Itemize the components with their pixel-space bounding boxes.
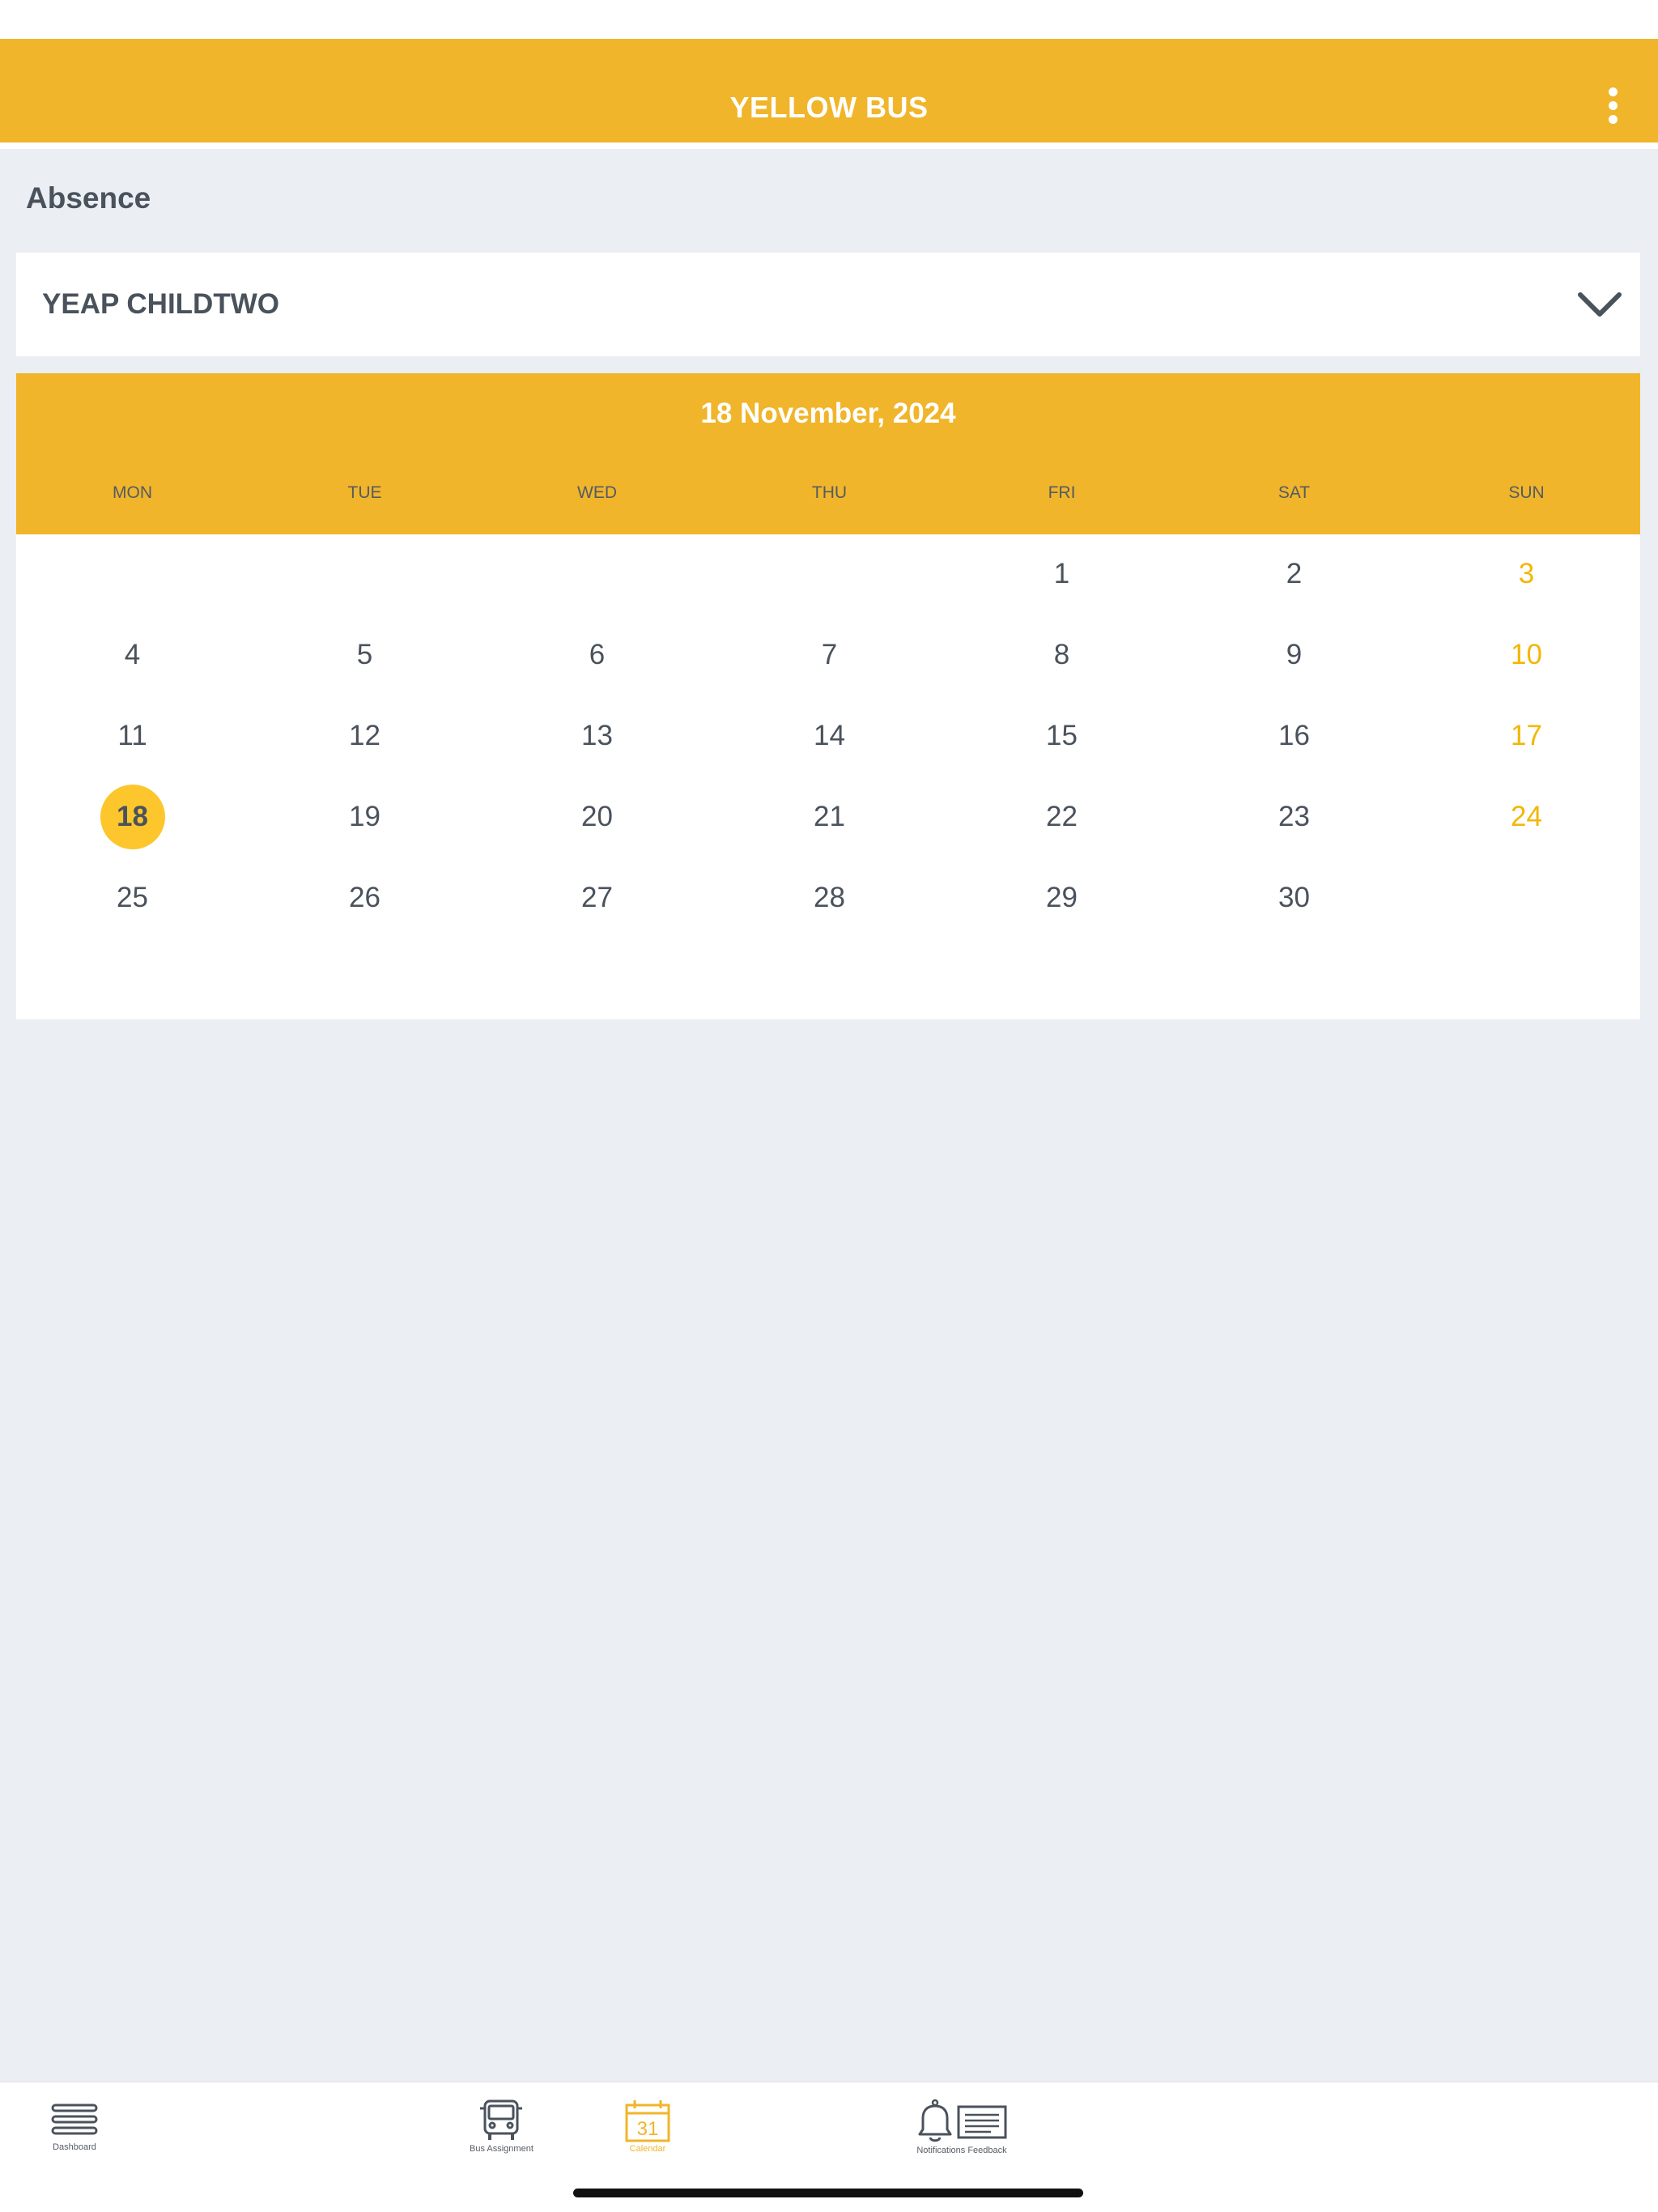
nav-dashboard[interactable]: Dashboard [50, 2099, 99, 2152]
weekday-label: MON [113, 483, 152, 502]
calendar-day-number: 28 [814, 882, 845, 913]
status-bar [0, 0, 1658, 39]
weekday-label: THU [811, 483, 848, 502]
calendar-day-number: 23 [1278, 801, 1310, 832]
nav-calendar[interactable]: 31 Calendar [623, 2099, 672, 2154]
calendar-day-number: 9 [1286, 639, 1303, 670]
calendar-day-number: 24 [1511, 801, 1542, 832]
menu-icon [51, 2104, 98, 2135]
calendar-day-number: 19 [349, 801, 380, 832]
nav-label: Bus Assignment [470, 2144, 534, 2154]
calendar-day[interactable]: 15 [946, 704, 1178, 768]
more-vertical-icon-dot [1608, 114, 1618, 124]
calendar-day[interactable]: 3 [1410, 542, 1643, 606]
bell-feedback-icon [918, 2099, 1007, 2142]
calendar-day[interactable]: 14 [713, 704, 946, 768]
child-select-value: YEAP CHILDTWO [42, 288, 279, 320]
calendar-day-number: 7 [821, 639, 838, 670]
calendar-day-number: 16 [1278, 720, 1310, 751]
calendar-day-number: 3 [1518, 558, 1535, 589]
nav-label: Calendar [629, 2144, 666, 2154]
calendar-day[interactable]: 24 [1410, 785, 1643, 849]
calendar-day-number: 2 [1286, 558, 1303, 589]
calendar-day-number: 4 [124, 639, 141, 670]
calendar-day[interactable]: 16 [1178, 704, 1410, 768]
calendar-day[interactable]: 12 [249, 704, 481, 768]
calendar-day[interactable]: 27 [481, 866, 713, 930]
calendar-day-number: 15 [1046, 720, 1078, 751]
nav-label: Dashboard [53, 2142, 96, 2152]
weekday-label: FRI [1048, 483, 1076, 502]
chevron-down-icon [1578, 292, 1622, 317]
calendar-day[interactable]: 25 [16, 866, 249, 930]
calendar-day-number: 22 [1046, 801, 1078, 832]
calendar-day[interactable]: 6 [481, 623, 713, 687]
calendar-day-number: 21 [814, 801, 845, 832]
calendar-day-number: 20 [581, 801, 613, 832]
nav-notifications-feedback[interactable]: Notifications Feedback [913, 2099, 1010, 2155]
calendar-header: 18 November, 2024 MON TUE WED THU FRI SAT SUN [16, 373, 1640, 534]
calendar-day[interactable]: 28 [713, 866, 946, 930]
calendar-day-number: 11 [117, 720, 147, 751]
calendar-day[interactable]: 11 [16, 704, 249, 768]
calendar-day[interactable]: 8 [946, 623, 1178, 687]
calendar-day[interactable]: 4 [16, 623, 249, 687]
calendar-day-number: 6 [589, 639, 606, 670]
header-divider [0, 143, 1658, 149]
calendar-day-number: 10 [1511, 639, 1542, 670]
calendar-day[interactable]: 30 [1178, 866, 1410, 930]
calendar-day[interactable]: 26 [249, 866, 481, 930]
calendar-day-number: 25 [117, 882, 148, 913]
weekday-label: SUN [1508, 483, 1545, 502]
weekday-label: SAT [1278, 483, 1311, 502]
calendar-day-number: 13 [581, 720, 613, 751]
calendar-day[interactable]: 23 [1178, 785, 1410, 849]
calendar-day[interactable]: 13 [481, 704, 713, 768]
home-indicator [573, 2189, 1083, 2197]
calendar-day-number: 1 [1053, 558, 1070, 589]
calendar-day[interactable]: 22 [946, 785, 1178, 849]
weekday-label: TUE [347, 483, 382, 502]
page-title: Absence [26, 181, 151, 215]
calendar-day-number: 8 [1053, 639, 1070, 670]
calendar-icon: 31 [625, 2100, 670, 2142]
calendar-month-label: 18 November, 2024 [700, 398, 956, 429]
calendar-day-number: 5 [356, 639, 373, 670]
calendar-day[interactable]: 2 [1178, 542, 1410, 606]
bus-icon [480, 2099, 523, 2140]
calendar-day[interactable]: 29 [946, 866, 1178, 930]
calendar: 18 November, 2024 MON TUE WED THU FRI SAT SUN … [16, 373, 1640, 1019]
calendar-day-number: 30 [1278, 882, 1310, 913]
more-options-button[interactable] [1592, 84, 1634, 126]
calendar-day[interactable]: 1 [946, 542, 1178, 606]
calendar-day-number: 26 [349, 882, 380, 913]
calendar-day[interactable]: 21 [713, 785, 946, 849]
calendar-day-number: 18 [100, 785, 165, 849]
nav-label: Notifications Feedback [916, 2146, 1007, 2155]
calendar-day[interactable]: 20 [481, 785, 713, 849]
calendar-day[interactable]: 5 [249, 623, 481, 687]
calendar-icon-text: 31 [637, 2118, 659, 2140]
calendar-day-number: 17 [1511, 720, 1542, 751]
app-title: YELLOW BUS [729, 91, 929, 124]
calendar-day[interactable]: 7 [713, 623, 946, 687]
calendar-day-number: 29 [1046, 882, 1078, 913]
calendar-day[interactable]: 10 [1410, 623, 1643, 687]
calendar-day-number: 14 [814, 720, 845, 751]
calendar-day-selected[interactable]: 18 [16, 785, 249, 849]
calendar-day-number: 27 [581, 882, 613, 913]
more-vertical-icon [1608, 87, 1618, 96]
child-select-dropdown[interactable]: YEAP CHILDTWO [16, 253, 1640, 356]
calendar-day[interactable]: 9 [1178, 623, 1410, 687]
nav-bus-assignment[interactable]: Bus Assignment [470, 2099, 534, 2154]
calendar-day-number: 12 [349, 720, 380, 751]
app-header: YELLOW BUS [0, 39, 1658, 143]
weekday-label: WED [577, 483, 617, 502]
more-vertical-icon-dot [1608, 100, 1618, 110]
calendar-day[interactable]: 17 [1410, 704, 1643, 768]
calendar-day[interactable]: 19 [249, 785, 481, 849]
